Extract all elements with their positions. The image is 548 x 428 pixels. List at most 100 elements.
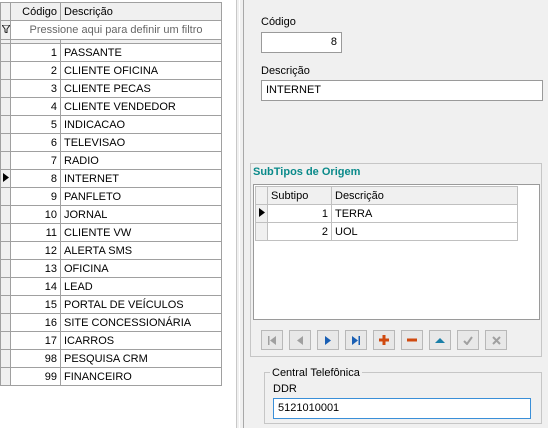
table-row[interactable]: 2 CLIENTE OFICINA [0,61,222,80]
descricao-cell[interactable]: OFICINA [60,259,222,278]
ddr-input[interactable]: 5121010001 [273,398,531,419]
codigo-cell[interactable]: 2 [10,61,61,80]
table-row[interactable]: 15 PORTAL DE VEÍCULOS [0,295,222,314]
grid-header: Código Descrição [0,2,222,21]
descricao-cell[interactable]: PANFLETO [60,187,222,206]
column-header-descricao[interactable]: Descrição [60,2,222,21]
edit-record-button[interactable] [429,330,451,350]
subtipo-cell[interactable]: 1 [267,204,332,223]
descricao-cell[interactable]: CLIENTE PECAS [60,79,222,98]
descricao-cell[interactable]: PORTAL DE VEÍCULOS [60,295,222,314]
prior-record-button[interactable] [289,330,311,350]
codigo-cell[interactable]: 3 [10,79,61,98]
descricao-cell[interactable]: ICARROS [60,331,222,350]
codigo-cell[interactable]: 13 [10,259,61,278]
table-row[interactable]: 5 INDICACAO [0,115,222,134]
codigo-cell[interactable]: 15 [10,295,61,314]
filter-placeholder[interactable]: Pressione aqui para definir um filtro [10,20,222,40]
row-indicator [0,115,11,134]
table-row[interactable]: 7 RADIO [0,151,222,170]
column-header-sub-descricao[interactable]: Descrição [331,186,518,205]
descricao-cell[interactable]: RADIO [60,151,222,170]
row-pointer-icon [255,204,268,223]
descricao-cell[interactable]: LEAD [60,277,222,296]
table-row[interactable]: 14 LEAD [0,277,222,296]
delete-record-button[interactable] [401,330,423,350]
subtipo-cell[interactable]: 2 [267,222,332,241]
codigo-cell[interactable]: 11 [10,223,61,242]
descricao-cell[interactable]: SITE CONCESSIONÁRIA [60,313,222,332]
table-row[interactable]: 1 TERRA [255,204,518,223]
first-record-button[interactable] [261,330,283,350]
origem-grid: Código Descrição Pressione aqui para def… [0,2,222,386]
insert-record-button[interactable] [373,330,395,350]
codigo-cell[interactable]: 16 [10,313,61,332]
codigo-cell[interactable]: 17 [10,331,61,350]
codigo-cell[interactable]: 6 [10,133,61,152]
descricao-cell[interactable]: FINANCEIRO [60,367,222,386]
subtipos-grid: Subtipo Descrição 1 TERRA 2 UOL [253,184,540,320]
column-header-subtipo[interactable]: Subtipo [267,186,332,205]
descricao-cell[interactable]: ALERTA SMS [60,241,222,260]
table-row[interactable]: 2 UOL [255,222,518,241]
codigo-cell[interactable]: 99 [10,367,61,386]
codigo-cell[interactable]: 1 [10,43,61,62]
next-icon [325,335,331,345]
descricao-cell[interactable]: JORNAL [60,205,222,224]
filter-row[interactable]: Pressione aqui para definir um filtro [0,20,222,40]
row-indicator [0,151,11,170]
table-row[interactable]: 10 JORNAL [0,205,222,224]
descricao-cell[interactable]: TELEVISAO [60,133,222,152]
codigo-cell[interactable]: 98 [10,349,61,368]
table-row[interactable]: 16 SITE CONCESSIONÁRIA [0,313,222,332]
descricao-cell[interactable]: CLIENTE VW [60,223,222,242]
table-row[interactable]: 4 CLIENTE VENDEDOR [0,97,222,116]
last-record-button[interactable] [345,330,367,350]
table-row[interactable]: 6 TELEVISAO [0,133,222,152]
codigo-field[interactable]: 8 [261,32,342,53]
cancel-record-button[interactable] [485,330,507,350]
descricao-cell[interactable]: INTERNET [60,169,222,188]
detail-panel: Código 8 Descrição INTERNET SubTipos de … [244,0,548,428]
splitter-handle[interactable] [236,0,244,428]
codigo-cell[interactable]: 9 [10,187,61,206]
descricao-cell[interactable]: PESQUISA CRM [60,349,222,368]
prior-icon [297,335,303,345]
column-header-codigo[interactable]: Código [10,2,61,21]
row-indicator [0,97,11,116]
table-row[interactable]: 11 CLIENTE VW [0,223,222,242]
sub-descricao-cell[interactable]: TERRA [331,204,518,223]
codigo-cell[interactable]: 4 [10,97,61,116]
next-record-button[interactable] [317,330,339,350]
codigo-cell[interactable]: 7 [10,151,61,170]
row-indicator [0,331,11,350]
codigo-cell[interactable]: 14 [10,277,61,296]
descricao-cell[interactable]: CLIENTE OFICINA [60,61,222,80]
post-icon [463,335,473,345]
table-row[interactable]: 12 ALERTA SMS [0,241,222,260]
table-row[interactable]: 3 CLIENTE PECAS [0,79,222,98]
codigo-cell[interactable]: 5 [10,115,61,134]
descricao-field[interactable]: INTERNET [261,80,543,101]
table-row[interactable]: 98 PESQUISA CRM [0,349,222,368]
table-row[interactable]: 99 FINANCEIRO [0,367,222,386]
sub-descricao-cell[interactable]: UOL [331,222,518,241]
descricao-cell[interactable]: INDICACAO [60,115,222,134]
row-indicator [0,277,11,296]
table-row[interactable]: 8 INTERNET [0,169,222,188]
codigo-cell[interactable]: 12 [10,241,61,260]
descricao-cell[interactable]: CLIENTE VENDEDOR [60,97,222,116]
row-indicator [0,79,11,98]
descricao-cell[interactable]: PASSANTE [60,43,222,62]
table-row[interactable]: 13 OFICINA [0,259,222,278]
origem-grid-panel: Código Descrição Pressione aqui para def… [0,0,236,428]
row-indicator [0,367,11,386]
table-row[interactable]: 17 ICARROS [0,331,222,350]
codigo-cell[interactable]: 8 [10,169,61,188]
post-record-button[interactable] [457,330,479,350]
table-row[interactable]: 9 PANFLETO [0,187,222,206]
insert-icon [379,335,389,345]
table-row[interactable]: 1 PASSANTE [0,43,222,62]
filter-icon[interactable] [0,20,11,40]
codigo-cell[interactable]: 10 [10,205,61,224]
